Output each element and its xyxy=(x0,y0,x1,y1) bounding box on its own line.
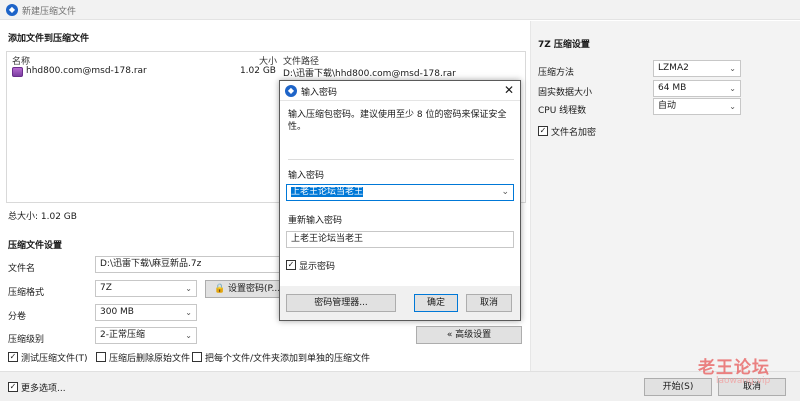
watermark-logo: 老王论坛 xyxy=(698,358,770,378)
window-titlebar: ◆ 新建压缩文件 xyxy=(0,0,800,20)
checkbox-checked-icon: ✓ xyxy=(8,352,18,362)
threads-select[interactable]: 自动 ⌄ xyxy=(653,98,741,115)
solid-size-select[interactable]: 64 MB ⌄ xyxy=(653,80,741,97)
chevron-down-icon: ⌄ xyxy=(185,308,192,317)
format-value: 7Z xyxy=(100,283,112,293)
checkbox-unchecked-icon xyxy=(96,352,106,362)
encrypt-names-label: 文件名加密 xyxy=(551,128,597,138)
password-dialog: ◆ 输入密码 ✕ 输入压缩包密码。建议使用至少 8 位的密码来保证安全性。 输入… xyxy=(279,80,521,321)
rar-file-icon xyxy=(12,67,23,77)
close-icon[interactable]: ✕ xyxy=(502,83,516,97)
dialog-cancel-button[interactable]: 取消 xyxy=(466,294,512,312)
window-title: 新建压缩文件 xyxy=(22,7,77,17)
table-row[interactable]: hhd800.com@msd-178.rar 1.02 GB D:\迅雷下载\h… xyxy=(8,65,524,79)
chevron-down-icon: ⌄ xyxy=(185,331,192,340)
level-value: 2-正常压缩 xyxy=(100,330,145,340)
app-logo-icon: ◆ xyxy=(285,85,297,97)
file-name: hhd800.com@msd-178.rar xyxy=(26,66,147,76)
file-path: D:\迅雷下载\hhd800.com@msd-178.rar xyxy=(283,69,456,79)
split-label: 分卷 xyxy=(8,312,27,322)
file-size: 1.02 GB xyxy=(239,66,276,76)
bottom-bar: ✓ 更多选项... 开始(S) 取消 xyxy=(0,371,800,401)
set-password-label: 设置密码(P... xyxy=(228,284,281,294)
files-section-title: 添加文件到压缩文件 xyxy=(8,34,90,44)
filename-label: 文件名 xyxy=(8,264,36,274)
total-size: 总大小: 1.02 GB xyxy=(8,212,77,222)
chevron-down-icon: ⌄ xyxy=(729,84,736,93)
password-input[interactable]: 上老王论坛当老王 ⌄ xyxy=(286,184,514,201)
chevron-down-icon[interactable]: ⌄ xyxy=(501,185,509,200)
start-button[interactable]: 开始(S) xyxy=(644,378,712,396)
more-options-label: 更多选项... xyxy=(21,384,66,394)
password-label: 输入密码 xyxy=(288,171,325,181)
dialog-divider xyxy=(288,159,514,160)
split-value: 300 MB xyxy=(100,307,134,317)
password-manager-button[interactable]: 密码管理器... xyxy=(286,294,396,312)
split-select[interactable]: 300 MB ⌄ xyxy=(95,304,197,321)
confirm-password-input[interactable]: 上老王论坛当老王 xyxy=(286,231,514,248)
checkbox-checked-icon: ✓ xyxy=(538,126,548,136)
password-value: 上老王论坛当老王 xyxy=(291,187,364,197)
confirm-password-label: 重新输入密码 xyxy=(288,216,343,226)
threads-label: CPU 线程数 xyxy=(538,106,587,116)
chevron-down-icon: ⌄ xyxy=(185,284,192,293)
settings-section-title: 压缩文件设置 xyxy=(8,241,63,251)
checkbox-checked-icon: ✓ xyxy=(286,260,296,270)
app-logo-icon: ◆ xyxy=(6,4,18,16)
dialog-titlebar: ◆ 输入密码 ✕ xyxy=(280,81,520,101)
level-select[interactable]: 2-正常压缩 ⌄ xyxy=(95,327,197,344)
show-password-label: 显示密码 xyxy=(299,262,336,272)
advanced-settings-button[interactable]: « 高级设置 xyxy=(416,326,522,344)
dialog-hint: 输入压缩包密码。建议使用至少 8 位的密码来保证安全性。 xyxy=(288,110,507,132)
level-label: 压缩级别 xyxy=(8,335,45,345)
dialog-footer: 密码管理器... 确定 取消 xyxy=(280,286,520,320)
checkbox-unchecked-icon xyxy=(192,352,202,362)
format-settings-title: 7Z 压缩设置 xyxy=(538,40,590,50)
method-select[interactable]: LZMA2 ⌄ xyxy=(653,60,741,77)
watermark-url: laowang.vip xyxy=(716,376,771,386)
format-select[interactable]: 7Z ⌄ xyxy=(95,280,197,297)
solid-size-value: 64 MB xyxy=(658,83,687,93)
ok-button[interactable]: 确定 xyxy=(414,294,458,312)
threads-value: 自动 xyxy=(658,101,677,111)
test-archive-label: 测试压缩文件(T) xyxy=(21,354,88,364)
method-label: 压缩方法 xyxy=(538,68,575,78)
chevron-down-icon: ⌄ xyxy=(729,102,736,111)
chevron-down-icon: ⌄ xyxy=(729,64,736,73)
solid-size-label: 固实数据大小 xyxy=(538,88,593,98)
set-password-button[interactable]: 🔒 设置密码(P... xyxy=(205,280,281,298)
method-value: LZMA2 xyxy=(658,63,689,73)
lock-icon: 🔒 xyxy=(214,284,226,294)
dialog-title: 输入密码 xyxy=(301,88,338,98)
checkbox-checked-icon: ✓ xyxy=(8,382,18,392)
format-settings-panel: 7Z 压缩设置 压缩方法 LZMA2 ⌄ 固实数据大小 64 MB ⌄ CPU … xyxy=(530,21,800,371)
format-label: 压缩格式 xyxy=(8,288,45,298)
separate-archives-label: 把每个文件/文件夹添加到单独的压缩文件 xyxy=(205,354,371,364)
delete-source-label: 压缩后删除原始文件 xyxy=(109,354,191,364)
